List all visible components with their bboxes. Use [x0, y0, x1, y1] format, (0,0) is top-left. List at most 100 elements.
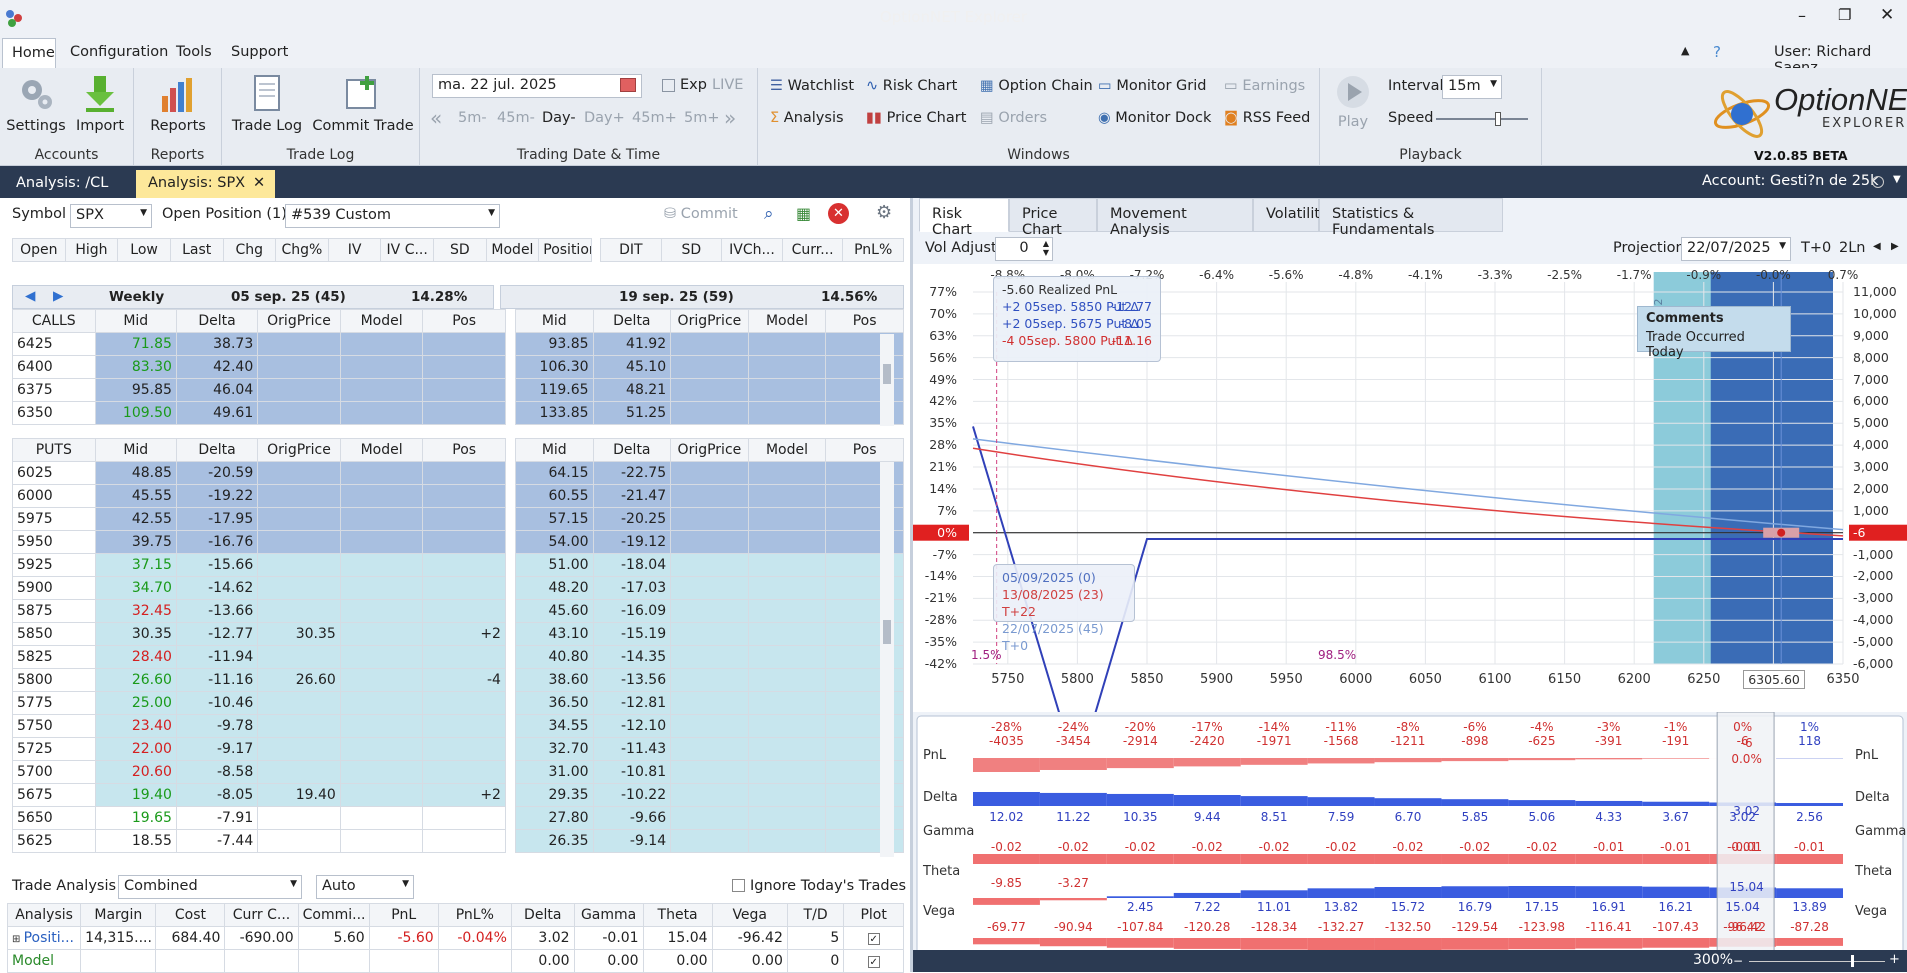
- column-header[interactable]: OrigPrice: [258, 310, 341, 333]
- put-row[interactable]: 570020.60-8.5831.00-10.81: [13, 761, 904, 784]
- rewind-icon[interactable]: «: [430, 106, 442, 130]
- put-row[interactable]: 585030.35-12.7730.35+243.10-15.19: [13, 623, 904, 646]
- quote-header-cell[interactable]: Open: [13, 239, 66, 262]
- column-header[interactable]: Delta: [176, 439, 257, 462]
- put-row[interactable]: 600045.55-19.2260.55-21.47: [13, 485, 904, 508]
- mid2-cell[interactable]: 64.15: [515, 462, 593, 485]
- quote-header-cell[interactable]: Curr...: [782, 239, 843, 262]
- put-row[interactable]: 602548.85-20.5964.15-22.75: [13, 462, 904, 485]
- monitor-dock-button[interactable]: ◉ Monitor Dock: [1098, 110, 1211, 126]
- chart-tab-4[interactable]: Statistics & Fundamentals: [1319, 198, 1503, 232]
- option-chain-button[interactable]: ▦ Option Chain: [980, 78, 1093, 94]
- mid2-cell[interactable]: 32.70: [515, 738, 593, 761]
- column-header[interactable]: Model: [340, 439, 423, 462]
- close-position-icon[interactable]: ✕: [828, 203, 849, 224]
- help-icon[interactable]: ?: [1713, 43, 1721, 61]
- pos-cell[interactable]: +2: [423, 784, 506, 807]
- nav-5m-minus[interactable]: 5m-: [458, 110, 487, 126]
- vol-adjust-input[interactable]: 0▲▼: [995, 237, 1053, 261]
- combined-select[interactable]: Combined▼: [118, 875, 302, 899]
- put-row[interactable]: 562518.55-7.4426.35-9.14: [13, 830, 904, 853]
- mid2-cell[interactable]: 54.00: [515, 531, 593, 554]
- chart-tab-2[interactable]: Movement Analysis: [1097, 198, 1253, 232]
- menu-tools[interactable]: Tools: [176, 44, 212, 60]
- mid-cell[interactable]: 18.55: [95, 830, 176, 853]
- orders-button[interactable]: ▤ Orders: [980, 110, 1047, 126]
- mid-cell[interactable]: 28.40: [95, 646, 176, 669]
- column-header[interactable]: Pos: [423, 439, 506, 462]
- column-header[interactable]: OrigPrice: [671, 310, 749, 333]
- column-header[interactable]: Model: [748, 310, 826, 333]
- mid-cell[interactable]: 42.55: [95, 508, 176, 531]
- mid2-cell[interactable]: 60.55: [515, 485, 593, 508]
- chart-tab-0[interactable]: Risk Chart: [919, 198, 1009, 232]
- put-row[interactable]: 565019.65-7.9127.80-9.66: [13, 807, 904, 830]
- rss-feed-button[interactable]: ◙ RSS Feed: [1224, 110, 1310, 126]
- ta-header-cell[interactable]: Analysis: [8, 904, 81, 927]
- ta-header-cell[interactable]: Commi...: [298, 904, 369, 927]
- pos-cell[interactable]: [423, 692, 506, 715]
- pos-cell[interactable]: [423, 508, 506, 531]
- call-row[interactable]: 6350109.5049.61133.8551.25: [13, 402, 904, 425]
- prev-exp-icon[interactable]: ◀: [25, 288, 35, 304]
- menu-home[interactable]: Home: [2, 38, 56, 68]
- mid2-cell[interactable]: 51.00: [515, 554, 593, 577]
- mid2-cell[interactable]: 133.85: [515, 402, 593, 425]
- spreadsheet-icon[interactable]: ▦: [796, 204, 811, 223]
- mid-cell[interactable]: 48.85: [95, 462, 176, 485]
- mid-cell[interactable]: 95.85: [95, 379, 176, 402]
- ta-header-cell[interactable]: Gamma: [574, 904, 643, 927]
- calls-scrollbar[interactable]: [880, 334, 894, 426]
- mid2-cell[interactable]: 40.80: [515, 646, 593, 669]
- mid-cell[interactable]: 23.40: [95, 715, 176, 738]
- legend-row[interactable]: +2 05sep. 5675 Put Δ-8.05: [1002, 315, 1152, 332]
- pos-cell[interactable]: [423, 577, 506, 600]
- trade-log-button[interactable]: Trade Log: [230, 74, 304, 134]
- risk-chart[interactable]: 77%70%63%56%49%42%35%28%21%14%7%0%-7%-14…: [913, 264, 1907, 712]
- commit-trade-button[interactable]: Commit Trade: [310, 74, 416, 134]
- spinner-icon[interactable]: ▲▼: [1043, 239, 1049, 257]
- tab-analysis-spx[interactable]: Analysis: SPX✕: [136, 170, 275, 198]
- pos-cell[interactable]: [423, 715, 506, 738]
- mid-cell[interactable]: 37.15: [95, 554, 176, 577]
- put-row[interactable]: 577525.00-10.4636.50-12.81: [13, 692, 904, 715]
- ta-header-cell[interactable]: Cost: [156, 904, 225, 927]
- mid2-cell[interactable]: 29.35: [515, 784, 593, 807]
- mid2-cell[interactable]: 48.20: [515, 577, 593, 600]
- mid-cell[interactable]: 83.30: [95, 356, 176, 379]
- tab-analysis-cl[interactable]: Analysis: /CL: [4, 170, 120, 198]
- put-row[interactable]: 592537.15-15.6651.00-18.04: [13, 554, 904, 577]
- puts-scrollbar[interactable]: [880, 462, 894, 857]
- mid-cell[interactable]: 71.85: [95, 333, 176, 356]
- restore-icon[interactable]: ❐: [1838, 6, 1851, 24]
- legend-row[interactable]: +2 05sep. 5850 Put Δ-12.77: [1002, 298, 1152, 315]
- put-row[interactable]: 572522.00-9.1732.70-11.43: [13, 738, 904, 761]
- close-icon[interactable]: ✕: [1880, 5, 1894, 25]
- prev-icon[interactable]: ◀: [1873, 241, 1881, 252]
- mid-cell[interactable]: 45.55: [95, 485, 176, 508]
- pos-cell[interactable]: -4: [423, 669, 506, 692]
- column-header[interactable]: Model: [748, 439, 826, 462]
- positions-legend[interactable]: -5.60 Realized PnL+2 05sep. 5850 Put Δ-1…: [993, 276, 1161, 362]
- chart-tab-1[interactable]: Price Chart: [1009, 198, 1097, 232]
- legend-row[interactable]: -4 05sep. 5800 Put Δ-11.16: [1002, 332, 1152, 349]
- ta-header-cell[interactable]: PnL%: [438, 904, 511, 927]
- quote-header-cell[interactable]: IV: [328, 239, 381, 262]
- pos-cell[interactable]: [423, 600, 506, 623]
- next-icon[interactable]: ▶: [1891, 241, 1899, 252]
- put-row[interactable]: 590034.70-14.6248.20-17.03: [13, 577, 904, 600]
- menu-configuration[interactable]: Configuration: [70, 44, 168, 60]
- put-row[interactable]: 582528.40-11.9440.80-14.35: [13, 646, 904, 669]
- quote-header-cell[interactable]: Chg: [223, 239, 276, 262]
- quote-header-cell[interactable]: SD: [661, 239, 722, 262]
- column-header[interactable]: Mid: [95, 439, 176, 462]
- pos-cell[interactable]: [423, 379, 506, 402]
- collapse-ribbon-icon[interactable]: ▲: [1681, 44, 1689, 57]
- quote-header-cell[interactable]: Last: [170, 239, 223, 262]
- trading-date-input[interactable]: ma. 22 jul. 2025: [432, 74, 642, 98]
- zoom-out-icon[interactable]: −: [1733, 954, 1743, 968]
- nav-45m-plus[interactable]: 45m+: [632, 110, 677, 126]
- search-icon[interactable]: ⌕: [764, 204, 774, 224]
- nav-day-minus[interactable]: Day-: [542, 110, 576, 126]
- symbol-select[interactable]: SPX▼: [70, 204, 152, 228]
